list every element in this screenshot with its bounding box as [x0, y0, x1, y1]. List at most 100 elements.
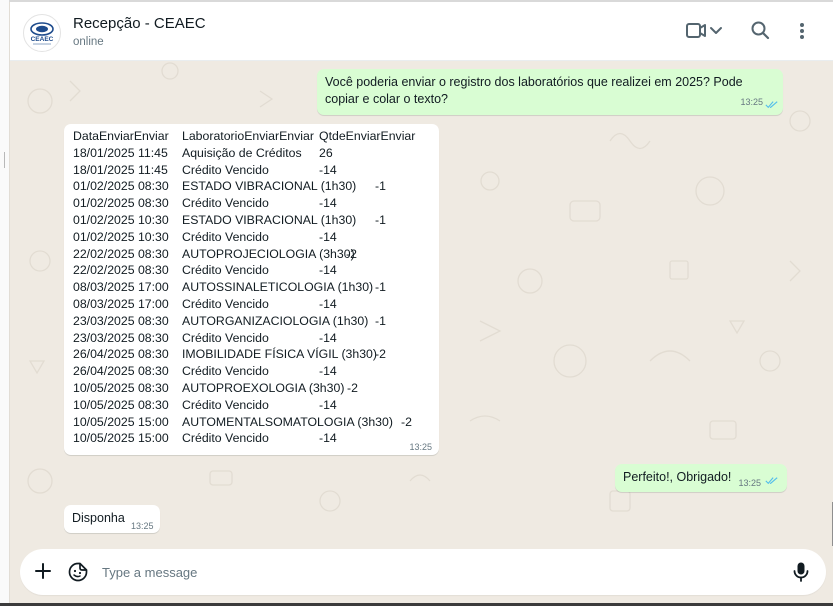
record-date: 23/03/2025 08:30: [73, 330, 169, 345]
record-laboratory: AUTORGANIZACIOLOGIA (1h30): [182, 313, 369, 328]
record-quantity: -14: [319, 431, 337, 446]
record-laboratory: Crédito Vencido: [182, 229, 269, 244]
record-laboratory: Crédito Vencido: [182, 296, 269, 311]
contact-status: online: [73, 36, 104, 48]
chat-header[interactable]: CEAEC Recepção - CEAEC online: [10, 2, 833, 61]
search-button[interactable]: [750, 20, 772, 47]
record-date: 01/02/2025 08:30: [73, 179, 169, 194]
record-date: 26/04/2025 08:30: [73, 364, 169, 379]
contact-name[interactable]: Recepção - CEAEC: [73, 15, 206, 32]
record-quantity: -1: [375, 313, 386, 328]
record-date: 08/03/2025 17:00: [73, 280, 169, 295]
record-quantity: -1: [375, 179, 386, 194]
ceaec-logo-icon: CEAEC: [30, 22, 54, 45]
record-row: 22/02/2025 08:30 AUTOPROJECIOLOGIA (3h30)…: [73, 246, 439, 263]
record-row: 10/05/2025 08:30 AUTOPROEXOLOGIA (3h30) -2: [73, 380, 439, 397]
message-text: Perfeito!, Obrigado!: [623, 470, 732, 484]
record-laboratory: Crédito Vencido: [182, 263, 269, 278]
record-laboratory: Crédito Vencido: [182, 196, 269, 211]
message-incoming-reply[interactable]: Disponha 13:25: [64, 505, 160, 533]
record-date: 10/05/2025 15:00: [73, 414, 169, 429]
record-date: 22/02/2025 08:30: [73, 263, 169, 278]
emoji-sticker-button[interactable]: [68, 562, 88, 587]
message-outgoing-request[interactable]: Você poderia enviar o registro dos labor…: [317, 69, 783, 115]
record-laboratory: AUTOMENTALSOMATOLOGIA (3h30): [182, 414, 393, 429]
record-quantity: -1: [375, 212, 386, 227]
record-date: 10/05/2025 08:30: [73, 397, 169, 412]
record-row: 26/04/2025 08:30 Crédito Vencido -14: [73, 363, 439, 380]
message-text: Você poderia enviar o registro dos labor…: [325, 75, 743, 106]
avatar[interactable]: CEAEC: [23, 14, 61, 52]
records-header-date: DataEnviarEnviar: [73, 129, 169, 143]
message-time: 13:25: [738, 478, 761, 488]
record-quantity: -14: [319, 263, 337, 278]
record-laboratory: ESTADO VIBRACIONAL (1h30): [182, 179, 357, 194]
records-header-row: DataEnviarEnviar LaboratorioEnviarEnviar Q…: [73, 128, 439, 145]
record-quantity: -2: [347, 380, 358, 395]
kebab-menu-icon: [800, 23, 804, 39]
record-date: 01/02/2025 10:30: [73, 212, 169, 227]
record-row: 23/03/2025 08:30 AUTORGANIZACIOLOGIA (1h3…: [73, 313, 439, 330]
records-header-qty: QtdeEnviarEnviar: [319, 129, 416, 143]
record-quantity: -2: [401, 414, 412, 429]
record-row: 26/04/2025 08:30 IMOBILIDADE FÍSICA VÍGIL…: [73, 346, 439, 363]
menu-button[interactable]: [796, 20, 808, 47]
record-date: 23/03/2025 08:30: [73, 313, 169, 328]
record-laboratory: AUTOSSINALETICOLOGIA (1h30): [182, 280, 374, 295]
record-row: 10/05/2025 15:00 Crédito Vencido -14: [73, 430, 439, 447]
record-laboratory: Crédito Vencido: [182, 397, 269, 412]
chevron-down-icon: [710, 27, 722, 34]
search-icon: [751, 21, 770, 40]
record-row: 10/05/2025 15:00 AUTOMENTALSOMATOLOGIA (3…: [73, 414, 439, 431]
avatar-text: CEAEC: [31, 36, 54, 43]
message-time: 13:25: [740, 97, 763, 107]
message-list[interactable]: Você poderia enviar o registro dos labor…: [10, 61, 833, 546]
plus-icon: [35, 563, 51, 579]
record-row: 23/03/2025 08:30 Crédito Vencido -14: [73, 330, 439, 347]
record-quantity: -14: [319, 196, 337, 211]
chat-window: CEAEC Recepção - CEAEC online Você poder…: [9, 2, 833, 606]
record-date: 22/02/2025 08:30: [73, 246, 169, 261]
record-date: 10/05/2025 08:30: [73, 380, 169, 395]
record-row: 22/02/2025 08:30 Crédito Vencido -14: [73, 262, 439, 279]
message-time: 13:25: [409, 442, 432, 452]
left-pane-edge: [0, 0, 9, 606]
record-laboratory: Crédito Vencido: [182, 162, 269, 177]
record-row: 08/03/2025 17:00 Crédito Vencido -14: [73, 296, 439, 313]
record-date: 10/05/2025 15:00: [73, 431, 169, 446]
record-date: 08/03/2025 17:00: [73, 296, 169, 311]
record-quantity: -14: [319, 330, 337, 345]
record-laboratory: Crédito Vencido: [182, 330, 269, 345]
sticker-icon: [68, 562, 88, 582]
record-row: 01/02/2025 08:30 ESTADO VIBRACIONAL (1h30…: [73, 178, 439, 195]
composer-bar: [20, 549, 826, 595]
record-quantity: -14: [319, 397, 337, 412]
records-header-lab: LaboratorioEnviarEnviar: [182, 129, 314, 143]
message-time: 13:25: [131, 521, 154, 531]
record-laboratory: AUTOPROJECIOLOGIA (3h30): [182, 246, 355, 261]
record-row: 01/02/2025 10:30 Crédito Vencido -14: [73, 229, 439, 246]
message-composer: [10, 546, 833, 606]
attach-button[interactable]: [34, 562, 52, 585]
record-laboratory: Aquisição de Créditos: [182, 145, 302, 160]
record-quantity: -14: [319, 229, 337, 244]
record-row: 18/01/2025 11:45 Aquisição de Créditos 26: [73, 145, 439, 162]
record-quantity: -1: [375, 280, 386, 295]
record-laboratory: AUTOPROEXOLOGIA (3h30): [182, 380, 345, 395]
record-row: 01/02/2025 10:30 ESTADO VIBRACIONAL (1h30…: [73, 212, 439, 229]
video-call-icon: [686, 23, 706, 38]
message-input[interactable]: [102, 561, 752, 583]
record-laboratory: ESTADO VIBRACIONAL (1h30): [182, 212, 357, 227]
voice-message-button[interactable]: [792, 561, 810, 588]
record-date: 01/02/2025 08:30: [73, 196, 169, 211]
record-laboratory: Crédito Vencido: [182, 431, 269, 446]
records-body: 18/01/2025 11:45 Aquisição de Créditos 26 1…: [73, 145, 439, 447]
message-incoming-records[interactable]: DataEnviarEnviar LaboratorioEnviarEnviar Q…: [64, 124, 439, 455]
record-quantity: 26: [319, 145, 333, 160]
record-row: 18/01/2025 11:45 Crédito Vencido -14: [73, 162, 439, 179]
record-quantity: -2: [346, 246, 357, 261]
record-date: 26/04/2025 08:30: [73, 347, 169, 362]
message-outgoing-thanks[interactable]: Perfeito!, Obrigado! 13:25: [615, 464, 787, 492]
microphone-icon: [793, 562, 809, 582]
video-call-button[interactable]: [686, 20, 728, 47]
